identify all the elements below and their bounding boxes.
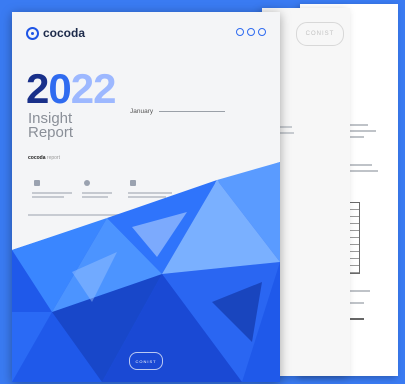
conist-logo: CONIST bbox=[296, 22, 344, 46]
report-cover: cocoda 2022 January Insight Report cocod… bbox=[12, 12, 280, 382]
document-stage: CONIST 성 cocoda 2022 January Insight Rep… bbox=[0, 0, 405, 384]
geometric-artwork bbox=[12, 162, 280, 382]
conist-badge: CONIST bbox=[129, 352, 163, 370]
